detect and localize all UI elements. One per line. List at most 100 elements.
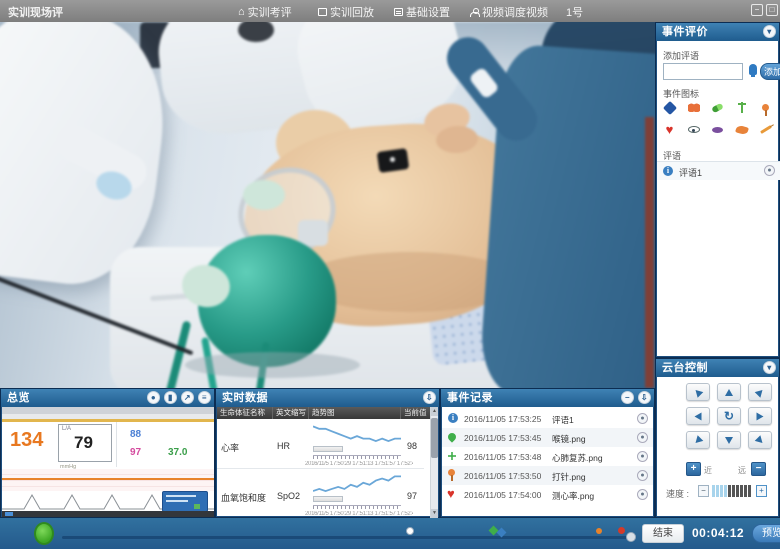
timeline-marker-red[interactable] — [618, 527, 625, 534]
eye-icon[interactable] — [687, 123, 700, 136]
arm-icon[interactable] — [735, 123, 748, 136]
ptz-right-button[interactable] — [748, 407, 772, 425]
tab-training-playback[interactable]: 实训回放 — [318, 4, 374, 20]
maximize-button[interactable]: □ — [766, 4, 778, 16]
spo2-trend-chart — [313, 472, 401, 494]
settings-icon — [394, 8, 403, 16]
event-row[interactable]: 2016/11/05 17:53:48 心肺复苏.png ● — [442, 447, 653, 466]
current-value: 98 — [407, 441, 417, 451]
video-scene — [0, 22, 655, 388]
hr-trend-chart — [313, 422, 401, 444]
event-action-icon[interactable]: ● — [637, 489, 648, 500]
export-icon[interactable]: ⇩ — [638, 391, 651, 404]
ptz-down-right-button[interactable] — [748, 431, 772, 449]
speed-increase-button[interactable]: + — [756, 485, 767, 497]
hr-value: 134 — [10, 429, 43, 452]
panel-title: 总览 — [7, 392, 30, 404]
temp-value: 37.0 — [168, 447, 187, 458]
range-selector[interactable] — [313, 446, 343, 452]
event-record-panel: 事件记录 − ⇩ i 2016/11/05 17:53:25 评语1 ● 201… — [440, 388, 655, 518]
collapse-icon[interactable]: ▾ — [763, 25, 776, 38]
event-row[interactable]: ♥ 2016/11/05 17:54:00 测心率.png ● — [442, 485, 653, 504]
ptz-up-right-button[interactable] — [748, 383, 772, 401]
mouth-icon[interactable] — [711, 123, 724, 136]
vital-abbr: HR — [277, 441, 290, 451]
pin-icon[interactable] — [759, 101, 772, 114]
comment-input[interactable] — [663, 63, 743, 80]
share-icon[interactable]: ↗ — [181, 391, 194, 404]
tab-video-dispatch[interactable]: 视频调度视频 — [470, 4, 548, 20]
scrollbar-up-arrow[interactable]: ▲ — [431, 407, 438, 416]
microphone-icon[interactable] — [749, 64, 757, 75]
timeline-marker-orange[interactable] — [596, 528, 602, 534]
lungs-icon[interactable] — [687, 101, 700, 114]
event-icons-label: 事件图标 — [663, 87, 699, 100]
ptz-header: 云台控制 ▾ — [656, 359, 779, 377]
comment-action-icon[interactable]: ● — [764, 165, 775, 176]
timeline-slider-thumb[interactable] — [626, 532, 636, 542]
event-row[interactable]: 2016/11/05 17:53:50 打针.png ● — [442, 466, 653, 485]
col-vital-name: 生命体征名称 — [217, 407, 273, 419]
table-row[interactable]: 血氧饱和度 SpO2 2016/11/5 17:50:29 17:51:13 1… — [217, 469, 424, 518]
scrollbar-down-arrow[interactable]: ▼ — [431, 509, 438, 518]
add-comment-button[interactable]: 添加 — [760, 63, 780, 80]
col-trend: 趋势图 — [309, 407, 401, 419]
iv-stand-icon[interactable] — [735, 101, 748, 114]
print-icon[interactable]: ≡ — [198, 391, 211, 404]
panel-title: 事件评价 — [662, 26, 708, 38]
event-name: 打针.png — [552, 471, 586, 483]
zoom-in-button[interactable]: + — [686, 462, 701, 476]
delete-icon[interactable]: − — [621, 391, 634, 404]
taskbar-start-dot — [5, 512, 13, 516]
end-button[interactable]: 结束 — [642, 524, 684, 543]
capsule-icon[interactable] — [711, 101, 724, 114]
floor-shadow — [185, 352, 360, 378]
vital-abbr: SpO2 — [277, 491, 300, 501]
minimize-button[interactable]: − — [751, 4, 763, 16]
event-row[interactable]: 2016/11/05 17:53:45 喉镜.png ● — [442, 428, 653, 447]
camera-icon[interactable]: ● — [147, 391, 160, 404]
axis-ticks — [313, 455, 401, 459]
record-icon[interactable]: ▮ — [164, 391, 177, 404]
syringe-icon[interactable] — [759, 123, 772, 136]
col-current: 当前值 — [401, 407, 431, 419]
overview-header: 总览 ● ▮ ↗ ≡ — [1, 389, 214, 407]
nibp-caption: L/A — [62, 426, 71, 432]
table-row[interactable]: 心率 HR 2016/11/5 17:50:29 17:51:13 17:51:… — [217, 419, 424, 469]
range-selector[interactable] — [313, 496, 343, 502]
event-action-icon[interactable]: ● — [637, 413, 648, 424]
diamond-icon[interactable] — [663, 101, 676, 114]
speed-level-indicator[interactable] — [712, 485, 751, 497]
tab-training-assessment[interactable]: ⌂ 实训考评 — [238, 4, 292, 20]
glove-on-mask — [243, 180, 285, 210]
event-action-icon[interactable]: ● — [637, 432, 648, 443]
panel-title: 实时数据 — [222, 392, 268, 404]
ptz-up-button[interactable] — [717, 383, 741, 401]
timeline-track[interactable] — [62, 536, 632, 539]
ptz-down-button[interactable] — [717, 431, 741, 449]
event-row[interactable]: i 2016/11/05 17:53:25 评语1 ● — [442, 409, 653, 428]
marker-green-icon — [446, 431, 457, 442]
event-name: 测心率.png — [552, 490, 594, 502]
zoom-out-button[interactable]: − — [751, 462, 766, 476]
heart-icon[interactable]: ♥ — [663, 123, 676, 136]
ptz-up-left-button[interactable] — [686, 383, 710, 401]
comment-list-item[interactable]: i 评语1 ● — [657, 162, 780, 180]
tab-label: 基础设置 — [406, 4, 450, 20]
arrow-down-left-icon — [693, 435, 704, 446]
timeline-marker-info[interactable] — [406, 527, 414, 535]
collapse-icon[interactable]: ▾ — [763, 361, 776, 374]
ptz-down-left-button[interactable] — [686, 431, 710, 449]
preview-button[interactable]: 预览 — [752, 524, 780, 543]
scrollbar-thumb[interactable] — [431, 418, 438, 458]
tab-basic-settings[interactable]: 基础设置 — [394, 4, 450, 20]
export-icon[interactable]: ⇩ — [423, 391, 436, 404]
col-abbr: 英文缩写 — [273, 407, 309, 419]
ptz-reset-button[interactable]: ↻ — [717, 407, 741, 425]
scrollbar[interactable]: ▲ ▼ — [430, 407, 438, 518]
speed-decrease-button[interactable]: − — [698, 485, 709, 497]
event-action-icon[interactable]: ● — [637, 470, 648, 481]
event-action-icon[interactable]: ● — [637, 451, 648, 462]
overview-panel: 总览 ● ▮ ↗ ≡ 134 L/A 79 mmHg 88 97 37.0 — [0, 388, 215, 518]
ptz-left-button[interactable] — [686, 407, 710, 425]
